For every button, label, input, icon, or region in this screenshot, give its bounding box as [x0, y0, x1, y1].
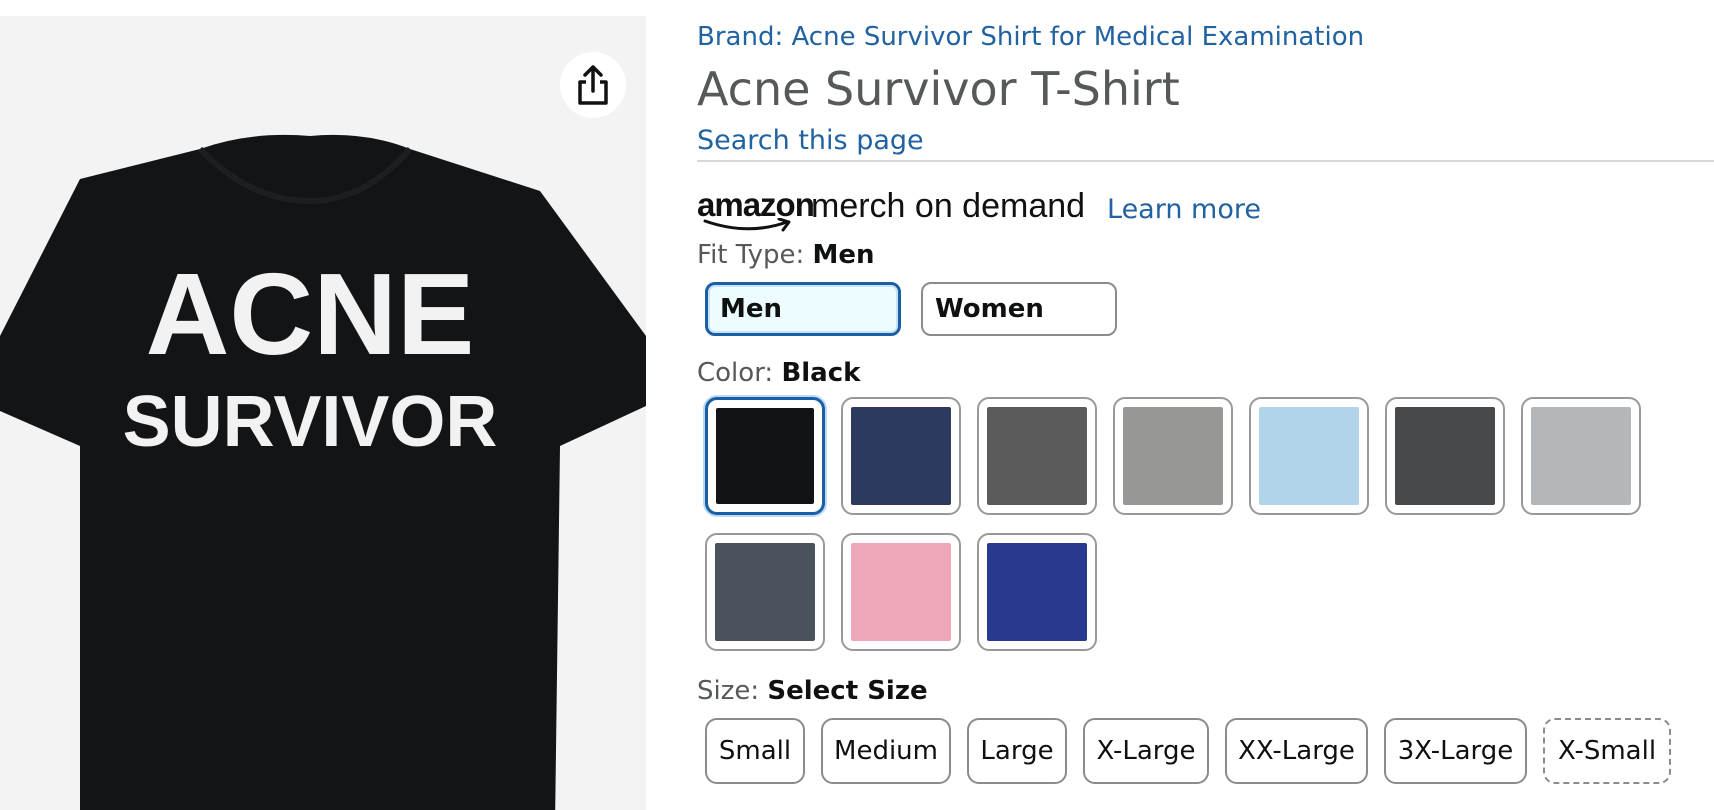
product-title: Acne Survivor T-Shirt [697, 62, 1180, 116]
swatch-fill [987, 543, 1087, 641]
color-swatch-gray[interactable] [1113, 397, 1233, 515]
share-icon [578, 65, 608, 105]
swatch-fill [1259, 407, 1359, 505]
share-button[interactable] [560, 52, 626, 118]
fit-option-women[interactable]: Women [921, 282, 1117, 336]
color-swatch-dark-heather[interactable] [705, 533, 825, 651]
color-swatch-navy[interactable] [841, 397, 961, 515]
size-selected-value: Select Size [767, 676, 928, 706]
search-this-page-link[interactable]: Search this page [697, 125, 924, 156]
size-option-xx-large[interactable]: XX-Large [1225, 718, 1368, 784]
size-option-3x-large[interactable]: 3X-Large [1384, 718, 1527, 784]
fit-type-label: Fit Type: Men [697, 240, 875, 270]
color-selected-value: Black [781, 358, 861, 388]
size-option-medium[interactable]: Medium [821, 718, 951, 784]
size-option-x-small[interactable]: X-Small [1543, 718, 1671, 784]
shirt-print-line2: SURVIVOR [123, 382, 498, 462]
brand-link[interactable]: Brand: Acne Survivor Shirt for Medical E… [697, 22, 1364, 52]
color-swatch-black[interactable] [705, 397, 825, 515]
merch-on-demand-row: amazon merch on demand Learn more [697, 186, 1697, 236]
swatch-fill [715, 543, 815, 641]
color-swatch-pink[interactable] [841, 533, 961, 651]
swatch-fill [1395, 407, 1495, 505]
fit-option-men[interactable]: Men [705, 282, 901, 336]
size-option-small[interactable]: Small [705, 718, 805, 784]
swatch-fill [1531, 407, 1631, 505]
color-swatch-light-blue[interactable] [1249, 397, 1369, 515]
swatch-fill [987, 407, 1087, 505]
learn-more-link[interactable]: Learn more [1107, 194, 1261, 225]
tshirt-image: ACNE SURVIVOR [0, 134, 646, 810]
color-swatch-dark-gray[interactable] [977, 397, 1097, 515]
swatch-fill [716, 408, 814, 504]
size-label: Size: Select Size [697, 676, 928, 706]
color-swatch-heather-gray[interactable] [1521, 397, 1641, 515]
amazon-logo: amazon [697, 186, 815, 232]
product-details: Brand: Acne Survivor Shirt for Medical E… [697, 0, 1714, 810]
size-option-x-large[interactable]: X-Large [1083, 718, 1209, 784]
color-swatch-charcoal[interactable] [1385, 397, 1505, 515]
swatch-fill [1123, 407, 1223, 505]
color-label-text: Color: [697, 358, 782, 388]
fit-type-selected-value: Men [812, 240, 875, 270]
swatch-fill [851, 543, 951, 641]
shirt-print-line1: ACNE [146, 249, 475, 379]
merch-tagline: merch on demand [811, 187, 1086, 225]
amazon-smile-icon [703, 218, 791, 232]
product-image-panel: ACNE SURVIVOR [0, 16, 646, 810]
size-label-text: Size: [697, 676, 768, 706]
divider [697, 160, 1714, 162]
fit-type-label-text: Fit Type: [697, 240, 813, 270]
color-swatch-royal-blue[interactable] [977, 533, 1097, 651]
color-label: Color: Black [697, 358, 860, 388]
size-option-large[interactable]: Large [967, 718, 1067, 784]
swatch-fill [851, 407, 951, 505]
